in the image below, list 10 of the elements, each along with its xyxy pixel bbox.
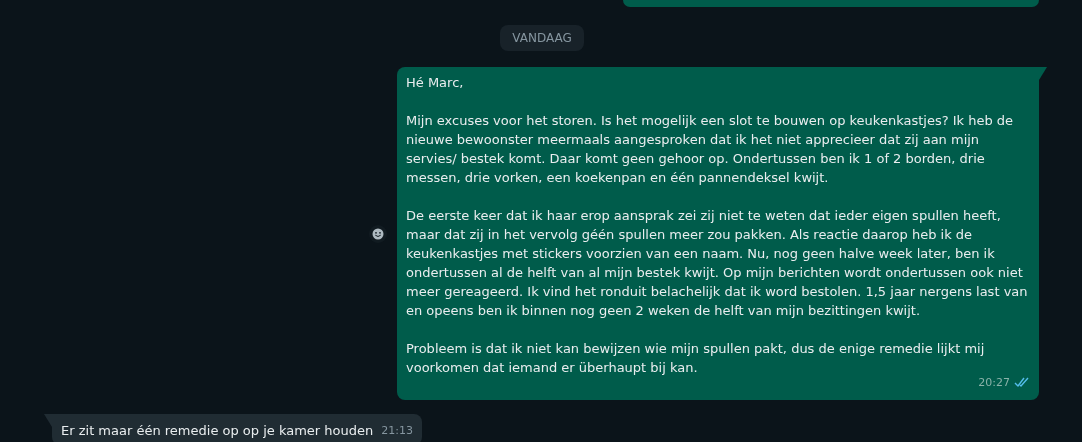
date-chip: VANDAAG — [500, 25, 584, 51]
smiley-icon — [372, 227, 384, 240]
message-text: Hé Marc, — [406, 74, 465, 92]
message-text: Er zit maar één remedie op op je kamer houden — [61, 422, 374, 440]
react-emoji-button[interactable] — [369, 224, 387, 243]
message-time: 20:27 — [978, 375, 1010, 391]
message-text: Probleem is dat ik niet kan bewijzen wie mijn spullen pakt, dus de enige remedie lijkt mij voorkomen dat iemand er überhaupt bij kan. — [406, 340, 986, 377]
message-text: De eerste keer dat ik haar erop aansprak zei zij niet te weten dat ieder eigen spullen heeft, maar dat zij in het vervolg géén spullen meer zou pakken. Als reactie daarop heb ik de keukenkastjes met stickers voorzien van een naam. Nu, nog geen halve week later, ben ik ondertussen al de helft van al mijn bestek kwijt. Op mijn berichten wordt ondertussen ook niet meer gereageerd. Ik vind het ronduit belachelijk dat ik word bestolen. 1,5 jaar nergens last van en opeens ben ik binnen nog geen 2 weken de helft van mijn bezittingen kwijt. — [406, 207, 1029, 320]
message-text: Mijn excuses voor het storen. Is het mogelijk een slot te bouwen op keukenkastjes? Ik heb de nieuwe bewoonster meermaals aangesproken dat ik het niet apprecieer dat zij aan mijn servies/ bestek komt. Daar komt geen gehoor op. Ondertussen ben ik 1 of 2 borden, drie messen, drie vorken, een koekenpan en één pannendeksel kwijt. — [406, 112, 1015, 187]
message-time: 21:13 — [381, 423, 413, 439]
